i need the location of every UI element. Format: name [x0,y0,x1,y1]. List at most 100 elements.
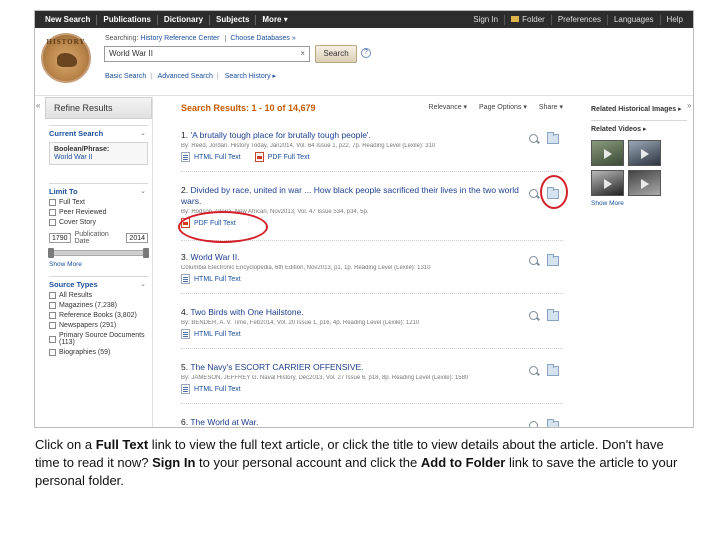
video-thumbnail[interactable] [591,170,624,196]
checkbox[interactable] [49,349,56,356]
add-to-folder-icon[interactable] [547,309,559,321]
chevron-down-icon[interactable]: ⌄ [140,129,146,137]
source-all-results[interactable]: All Results [49,292,148,299]
date-to-input[interactable]: 2014 [126,233,148,243]
search-history-link[interactable]: Search History ▸ [225,73,276,80]
result-title-link[interactable]: World War II. [190,252,239,262]
add-to-folder-icon[interactable] [547,132,559,144]
limit-cover-story[interactable]: Cover Story [49,219,148,226]
show-more-link[interactable]: Show More [49,261,148,268]
limit-to-title[interactable]: Limit To [49,187,148,196]
add-to-folder-icon[interactable] [547,364,559,376]
divider [591,120,687,121]
nav-help[interactable]: Help [661,15,689,25]
preview-magnify-icon[interactable] [529,256,541,267]
result-title-link[interactable]: 'A brutally tough place for brutally tou… [190,130,370,140]
result-number: 6. [181,417,189,427]
result-title-link[interactable]: The World at War. [190,417,258,427]
nav-new-search[interactable]: New Search [39,14,98,25]
limit-peer-reviewed[interactable]: Peer Reviewed [49,209,148,216]
source-types-section: Source Types ⌄ All Results Magazines (7,… [49,276,148,356]
date-from-input[interactable]: 1790 [49,233,71,243]
source-reference-books[interactable]: Reference Books (3,802) [49,312,148,319]
collapse-right-icon[interactable]: » [687,101,691,110]
result-number: 2. [181,185,189,195]
source-biographies[interactable]: Biographies (59) [49,349,148,356]
preview-magnify-icon[interactable] [529,311,541,322]
source-types-title[interactable]: Source Types [49,280,148,289]
nav-folder[interactable]: Folder [505,14,552,25]
result-title: 4. Two Birds with One Hailstone. [181,307,521,318]
search-sublinks: Basic Search | Advanced Search | Search Hi… [105,72,280,80]
nav-dictionary[interactable]: Dictionary [158,14,211,25]
choose-databases-link[interactable]: Choose Databases » [225,35,296,42]
top-nav-bar: New Search Publications Dictionary Subje… [35,11,693,28]
page-options-dropdown[interactable]: Page Options ▾ [479,104,527,111]
checkbox-label: Peer Reviewed [59,209,107,216]
share-dropdown[interactable]: Share ▾ [539,104,563,111]
preview-magnify-icon[interactable] [529,421,541,427]
result-meta: By: Reed, Jordan. History Today, Jan2014… [181,143,436,149]
preview-magnify-icon[interactable] [529,366,541,377]
source-newspapers[interactable]: Newspapers (291) [49,322,148,329]
pdf-full-text-link[interactable]: PDF Full Text [254,152,310,162]
checkbox[interactable] [49,335,56,343]
checkbox[interactable] [49,209,56,216]
horse-icon [57,53,77,67]
result-title-link[interactable]: Divided by race, united in war ... How b… [181,185,519,206]
nav-preferences[interactable]: Preferences [552,14,608,25]
publication-date-filter: 1790 Publication Date 2014 Show More [48,231,149,268]
checkbox[interactable] [49,199,56,206]
basic-search-link[interactable]: Basic Search [105,73,146,80]
preview-magnify-icon[interactable] [529,134,541,145]
history-logo[interactable]: HISTORY [41,33,91,83]
separator: | [216,73,219,80]
html-full-text-link[interactable]: HTML Full Text [181,384,241,394]
video-thumbnail[interactable] [628,140,661,166]
html-full-text-link[interactable]: HTML Full Text [181,152,241,162]
boolean-phrase-value[interactable]: World War II [54,154,143,161]
checkbox[interactable] [49,312,56,319]
search-button[interactable]: Search [315,45,357,63]
add-to-folder-icon[interactable] [547,254,559,266]
advanced-search-link[interactable]: Advanced Search [158,73,213,80]
chevron-down-icon[interactable]: ⌄ [140,187,146,195]
nav-publications[interactable]: Publications [97,14,158,25]
boolean-phrase-box: Boolean/Phrase: World War II [49,142,148,165]
related-images-title[interactable]: Related Historical Images ▸ [591,105,687,114]
related-videos-title[interactable]: Related Videos ▸ [591,125,687,134]
date-range-slider[interactable] [48,248,149,258]
result-title: 2. Divided by race, united in war ... Ho… [181,185,521,207]
nav-subjects[interactable]: Subjects [210,14,257,25]
html-full-text-link[interactable]: HTML Full Text [181,274,241,284]
collapse-left-icon[interactable]: « [36,101,40,110]
source-primary-documents[interactable]: Primary Source Documents (113) [49,332,148,346]
nav-more[interactable]: More ▾ [256,15,293,25]
limit-full-text[interactable]: Full Text [49,199,148,206]
nav-sign-in[interactable]: Sign In [467,14,506,25]
slider-handle-right[interactable] [143,248,149,258]
checkbox[interactable] [49,302,56,309]
current-search-title[interactable]: Current Search [49,129,148,138]
video-thumbnail[interactable] [591,140,624,166]
nav-languages[interactable]: Languages [608,14,661,25]
result-meta: Columbia Electronic Encyclopedia, 6th Ed… [181,265,431,271]
checkbox[interactable] [49,292,56,299]
add-to-folder-icon[interactable] [547,419,559,427]
search-input[interactable]: World War II × [104,46,310,62]
source-magazines[interactable]: Magazines (7,238) [49,302,148,309]
help-icon[interactable]: ? [361,48,371,58]
clear-icon[interactable]: × [300,47,305,61]
result-title-link[interactable]: Two Birds with One Hailstone. [190,307,303,317]
html-full-text-link[interactable]: HTML Full Text [181,329,241,339]
slider-handle-left[interactable] [48,248,54,258]
show-more-videos-link[interactable]: Show More [591,200,687,207]
sort-relevance-dropdown[interactable]: Relevance ▾ [429,104,468,111]
database-link[interactable]: History Reference Center [140,35,219,42]
checkbox[interactable] [49,322,56,329]
video-thumbnail[interactable] [628,170,661,196]
result-item: 3. World War II. Columbia Electronic Enc… [181,252,563,294]
checkbox[interactable] [49,219,56,226]
chevron-down-icon[interactable]: ⌄ [140,280,146,288]
result-title-link[interactable]: The Navy's ESCORT CARRIER OFFENSIVE. [190,362,363,372]
